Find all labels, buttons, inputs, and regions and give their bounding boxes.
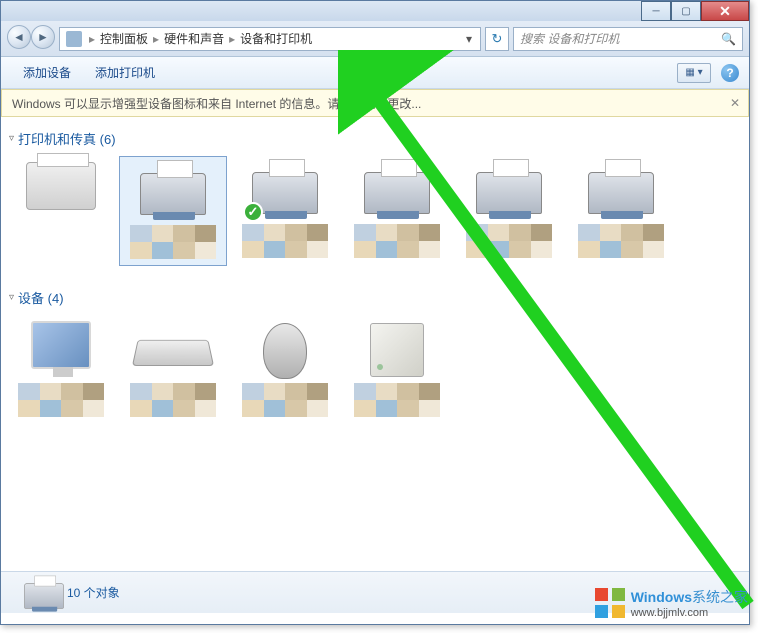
breadcrumb-sep: ▸ [226, 32, 238, 46]
collapse-icon: ▿ [9, 133, 14, 144]
group-devices: ▿ 设备 (4) [7, 284, 743, 427]
close-button[interactable]: ✕ [701, 1, 749, 21]
info-bar[interactable]: Windows 可以显示增强型设备图标和来自 Internet 的信息。请单击进… [1, 89, 749, 117]
device-mouse[interactable] [231, 315, 339, 423]
breadcrumb-sep: ▸ [150, 32, 162, 46]
forward-button[interactable]: ► [31, 25, 55, 49]
minimize-button[interactable]: ─ [641, 1, 671, 21]
device-printer[interactable] [567, 156, 675, 266]
default-check-icon: ✓ [243, 202, 263, 222]
monitor-icon [31, 321, 91, 369]
refresh-button[interactable]: ↻ [485, 27, 509, 51]
collapse-icon: ▿ [9, 292, 14, 303]
info-bar-text: Windows 可以显示增强型设备图标和来自 Internet 的信息。请单击进… [12, 95, 421, 112]
redacted-label [354, 383, 440, 417]
device-monitor[interactable] [7, 315, 115, 423]
redacted-label [466, 224, 552, 258]
printer-icon [476, 172, 542, 214]
mouse-icon [263, 323, 307, 379]
help-button[interactable]: ? [721, 64, 739, 82]
maximize-button[interactable]: ▢ [671, 1, 701, 21]
group-printers: ▿ 打印机和传真 (6) ✓ [7, 125, 743, 270]
redacted-label [242, 383, 328, 417]
group-title: 设备 (4) [18, 288, 64, 307]
nav-bar: ◄ ► ▸ 控制面板 ▸ 硬件和声音 ▸ 设备和打印机 ▾ ↻ 搜索 设备和打印… [1, 21, 749, 57]
explorer-window: ─ ▢ ✕ ◄ ► ▸ 控制面板 ▸ 硬件和声音 ▸ 设备和打印机 ▾ ↻ 搜索… [0, 0, 750, 625]
watermark: Windows系统之家 www.bjjmlv.com [595, 587, 748, 619]
keyboard-icon [132, 340, 214, 366]
info-bar-close-icon[interactable]: ✕ [730, 96, 740, 110]
fax-icon [26, 162, 96, 210]
printer-icon [364, 172, 430, 214]
search-icon: 🔍 [721, 32, 736, 46]
back-button[interactable]: ◄ [7, 25, 31, 49]
device-drive[interactable] [343, 315, 451, 423]
printer-icon [588, 172, 654, 214]
view-options-button[interactable]: ▦ ▾ [677, 63, 711, 83]
add-device-button[interactable]: 添加设备 [11, 64, 83, 81]
crumb-hardware-sound[interactable]: 硬件和声音 [162, 30, 226, 47]
command-bar: 添加设备 添加打印机 ▦ ▾ ? [1, 57, 749, 89]
address-bar[interactable]: ▸ 控制面板 ▸ 硬件和声音 ▸ 设备和打印机 ▾ [59, 27, 481, 51]
windows-logo-icon [595, 588, 625, 618]
redacted-label [18, 383, 104, 417]
device-printer[interactable] [343, 156, 451, 266]
group-header-printers[interactable]: ▿ 打印机和传真 (6) [7, 125, 743, 152]
redacted-label [130, 383, 216, 417]
device-printer[interactable] [455, 156, 563, 266]
search-input[interactable]: 搜索 设备和打印机 🔍 [513, 27, 743, 51]
breadcrumb-sep: ▸ [86, 32, 98, 46]
search-placeholder: 搜索 设备和打印机 [520, 30, 619, 47]
crumb-devices-printers[interactable]: 设备和打印机 [238, 30, 314, 47]
redacted-label [130, 225, 216, 259]
watermark-url: www.bjjmlv.com [631, 607, 748, 619]
device-printer[interactable] [119, 156, 227, 266]
printer-icon [140, 173, 206, 215]
drive-icon [370, 323, 424, 377]
redacted-label [242, 224, 328, 258]
device-keyboard[interactable] [119, 315, 227, 423]
group-title: 打印机和传真 (6) [18, 129, 116, 148]
watermark-brand: Windows [631, 589, 692, 605]
watermark-suffix: 系统之家 [692, 589, 748, 605]
add-printer-button[interactable]: 添加打印机 [83, 64, 167, 81]
location-icon [66, 31, 82, 47]
device-printer-default[interactable]: ✓ [231, 156, 339, 266]
group-header-devices[interactable]: ▿ 设备 (4) [7, 284, 743, 311]
address-dropdown-icon[interactable]: ▾ [460, 32, 478, 46]
redacted-label [354, 224, 440, 258]
crumb-control-panel[interactable]: 控制面板 [98, 30, 150, 47]
status-icon [11, 575, 57, 611]
device-fax[interactable] [7, 156, 115, 266]
redacted-label [578, 224, 664, 258]
status-count: 10 个对象 [67, 584, 120, 601]
content-area[interactable]: ▿ 打印机和传真 (6) ✓ [1, 117, 749, 571]
nav-buttons: ◄ ► [7, 25, 55, 53]
title-bar[interactable]: ─ ▢ ✕ [1, 1, 749, 21]
